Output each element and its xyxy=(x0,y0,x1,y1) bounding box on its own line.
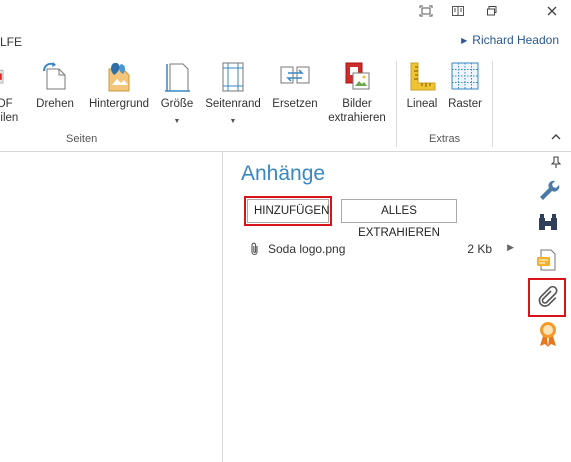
background-label: Hintergrund xyxy=(88,98,150,110)
attachment-size: 2 Kb xyxy=(467,242,492,256)
paperclip-icon xyxy=(250,242,260,259)
attachment-name: Soda logo.png xyxy=(268,242,346,256)
group-label-pages: Seiten xyxy=(66,133,98,145)
title-bar xyxy=(0,0,571,27)
size-button[interactable]: Größe ▼ xyxy=(158,59,196,129)
replace-button[interactable]: Ersetzen xyxy=(270,59,320,111)
group-label-extras: Extras xyxy=(429,133,461,145)
tab-help[interactable]: LFE xyxy=(0,35,22,49)
rotate-label: Drehen xyxy=(36,98,74,110)
replace-pages-icon xyxy=(280,66,310,84)
group-separator xyxy=(492,61,493,147)
images-label-1: Bilder xyxy=(342,98,372,110)
restore-icon[interactable] xyxy=(445,4,471,22)
binoculars-icon[interactable] xyxy=(536,210,560,234)
minimize-icon[interactable] xyxy=(479,4,505,22)
rotate-page-icon xyxy=(43,62,66,90)
ribbon-tab-row: LFE ▶ Richard Headon xyxy=(0,27,571,55)
pin-icon[interactable] xyxy=(550,156,563,170)
grid-button[interactable]: Raster xyxy=(444,59,486,111)
margin-button[interactable]: Seitenrand ▼ xyxy=(202,59,264,129)
extract-all-button[interactable]: ALLES EXTRAHIEREN xyxy=(341,199,457,239)
rotate-button[interactable]: Drehen xyxy=(32,59,78,111)
background-icon xyxy=(108,63,130,92)
ruler-label: Lineal xyxy=(406,98,438,110)
ruler-button[interactable]: Lineal xyxy=(402,59,442,111)
grid-label: Raster xyxy=(448,98,482,110)
pdf-label-2: eilen xyxy=(0,112,19,124)
size-dropdown-icon: ▼ xyxy=(173,118,181,125)
grid-icon xyxy=(451,62,479,90)
close-icon[interactable] xyxy=(539,4,565,22)
pdf-label-1: DF xyxy=(0,98,13,110)
right-sidebar xyxy=(524,152,571,462)
background-button[interactable]: Hintergrund xyxy=(84,59,154,111)
ribbon: DF eilen Drehen Hintergrund Größe ▼ xyxy=(0,55,571,152)
pdf-split-button[interactable]: DF eilen xyxy=(0,59,19,125)
images-label-2: extrahieren xyxy=(328,112,386,124)
size-label: Größe xyxy=(160,98,194,110)
comments-icon[interactable] xyxy=(536,248,560,272)
highlight-box xyxy=(528,278,566,317)
user-account[interactable]: ▶ Richard Headon xyxy=(461,33,559,47)
pdf-split-icon xyxy=(0,69,4,84)
document-area[interactable] xyxy=(0,152,223,462)
list-item[interactable]: Soda logo.png 2 Kb ▶ xyxy=(250,240,520,260)
extract-images-icon xyxy=(345,62,370,90)
user-arrow-icon: ▶ xyxy=(461,36,468,45)
award-icon[interactable] xyxy=(536,320,560,347)
page-margin-icon xyxy=(222,62,244,92)
highlight-box xyxy=(244,196,332,226)
margin-label: Seitenrand xyxy=(205,98,261,110)
ruler-icon xyxy=(410,62,436,91)
page-size-icon xyxy=(165,63,190,92)
attachments-panel: Anhänge HINZUFÜGEN ALLES EXTRAHIEREN Sod… xyxy=(224,152,524,462)
wrench-icon[interactable] xyxy=(536,177,560,201)
expand-arrow-icon[interactable]: ▶ xyxy=(507,242,514,253)
group-separator xyxy=(396,61,397,147)
replace-label: Ersetzen xyxy=(272,98,318,110)
panel-title: Anhänge xyxy=(241,162,326,185)
extract-images-button[interactable]: Bilder extrahieren xyxy=(326,59,388,125)
fullscreen-icon[interactable] xyxy=(413,4,439,22)
collapse-ribbon-icon[interactable] xyxy=(551,131,561,143)
user-name: Richard Headon xyxy=(472,33,559,47)
margin-dropdown-icon: ▼ xyxy=(229,118,237,125)
